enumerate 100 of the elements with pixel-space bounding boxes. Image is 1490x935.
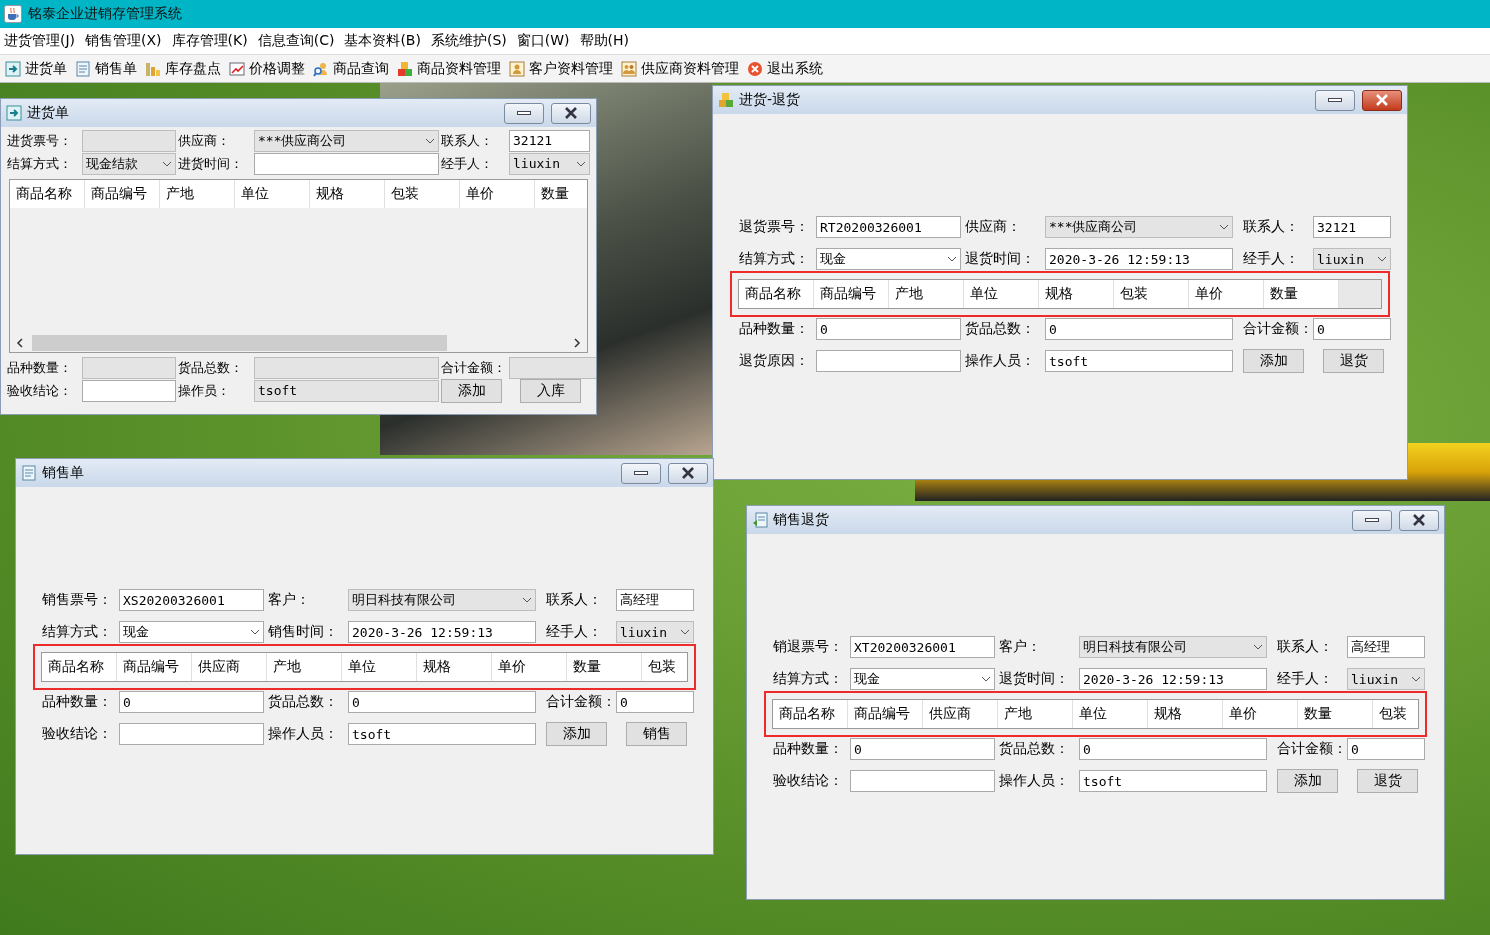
column-header[interactable]: 单价 [460, 180, 535, 208]
close-button[interactable] [1362, 89, 1402, 111]
close-button[interactable] [668, 462, 708, 484]
column-header[interactable]: 包装 [642, 653, 687, 681]
text-field[interactable]: 高经理 [616, 589, 694, 611]
field-label: 退货原因： [739, 352, 810, 370]
text-field[interactable]: 0 [1347, 738, 1425, 760]
text-field[interactable] [119, 723, 264, 745]
dropdown[interactable]: 现金 [850, 668, 995, 690]
column-header[interactable]: 规格 [310, 180, 385, 208]
text-field[interactable]: 0 [816, 318, 961, 340]
push-button[interactable]: 添加 [441, 378, 502, 403]
text-field[interactable]: 0 [1313, 318, 1391, 340]
column-header[interactable]: 产地 [998, 700, 1073, 728]
push-button[interactable]: 销售 [626, 722, 687, 746]
close-button[interactable] [1399, 509, 1439, 531]
text-field[interactable]: 高经理 [1347, 636, 1425, 658]
text-field[interactable]: tsoft [348, 723, 536, 745]
text-field[interactable]: XS20200326001 [119, 589, 264, 611]
column-header[interactable]: 包装 [1373, 700, 1418, 728]
push-button[interactable]: 添加 [546, 722, 607, 746]
column-header[interactable]: 商品编号 [814, 280, 889, 308]
toolbar-button[interactable]: 价格调整 [229, 59, 305, 78]
dropdown[interactable]: 现金 [119, 621, 264, 643]
menu-item[interactable]: 信息查询(C) [257, 32, 335, 50]
toolbar-button[interactable]: 进货单 [5, 59, 67, 78]
text-field[interactable] [850, 770, 995, 792]
menu-item[interactable]: 窗口(W) [516, 32, 570, 50]
text-field[interactable]: 0 [1045, 318, 1233, 340]
text-field[interactable]: 2020-3-26 12:59:13 [348, 621, 536, 643]
field-label: 结算方式： [739, 250, 810, 268]
push-button[interactable]: 添加 [1277, 769, 1338, 793]
column-header[interactable]: 包装 [1114, 280, 1189, 308]
minimize-button[interactable] [1315, 89, 1355, 111]
column-header[interactable]: 商品编号 [848, 700, 923, 728]
menu-item[interactable]: 进货管理(J) [4, 32, 76, 50]
column-header[interactable]: 商品名称 [10, 180, 85, 208]
column-header[interactable]: 商品编号 [117, 653, 192, 681]
column-header[interactable]: 规格 [1148, 700, 1223, 728]
text-field[interactable]: tsoft [1079, 770, 1267, 792]
push-button[interactable]: 退货 [1357, 769, 1418, 793]
toolbar-button[interactable]: 商品查询 [313, 59, 389, 78]
toolbar-button[interactable]: 客户资料管理 [509, 59, 613, 78]
menu-item[interactable]: 库存管理(K) [171, 32, 248, 50]
column-header[interactable]: 商品编号 [85, 180, 160, 208]
menu-item[interactable]: 销售管理(X) [85, 32, 162, 50]
push-button[interactable]: 退货 [1323, 349, 1384, 373]
column-header[interactable]: 单价 [492, 653, 567, 681]
toolbar-button[interactable]: 供应商资料管理 [621, 59, 739, 78]
column-header[interactable]: 单位 [964, 280, 1039, 308]
column-header[interactable]: 供应商 [923, 700, 998, 728]
text-field[interactable] [254, 152, 439, 175]
text-field[interactable]: 0 [850, 738, 995, 760]
menu-item[interactable]: 帮助(H) [579, 32, 629, 50]
push-button[interactable]: 添加 [1243, 349, 1304, 373]
toolbar-button[interactable]: 商品资料管理 [397, 59, 501, 78]
text-field[interactable]: RT20200326001 [816, 216, 961, 238]
text-field[interactable]: 2020-3-26 12:59:13 [1045, 248, 1233, 270]
text-field[interactable]: 0 [348, 691, 536, 713]
column-header[interactable]: 数量 [1298, 700, 1373, 728]
text-field[interactable]: 32121 [1313, 216, 1391, 238]
text-field[interactable]: 0 [119, 691, 264, 713]
field-label: 销售时间： [268, 623, 339, 641]
text-field[interactable]: 0 [616, 691, 694, 713]
toolbar-button[interactable]: 库存盘点 [145, 59, 221, 78]
text-field[interactable]: tsoft [1045, 350, 1233, 372]
column-header[interactable]: 数量 [567, 653, 642, 681]
column-header[interactable]: 数量 [535, 180, 587, 208]
close-button[interactable] [551, 102, 591, 124]
text-field[interactable] [816, 350, 961, 372]
toolbar-button[interactable]: 退出系统 [747, 59, 823, 78]
column-header[interactable]: 供应商 [192, 653, 267, 681]
toolbar-button[interactable]: 销售单 [75, 59, 137, 78]
column-header[interactable]: 单价 [1189, 280, 1264, 308]
text-field[interactable]: 0 [1079, 738, 1267, 760]
column-header[interactable]: 规格 [1039, 280, 1114, 308]
column-header[interactable]: 商品名称 [773, 700, 848, 728]
menu-item[interactable]: 基本资料(B) [344, 32, 421, 50]
text-field[interactable] [82, 379, 176, 402]
column-header[interactable]: 商品名称 [739, 280, 814, 308]
minimize-button[interactable] [621, 462, 661, 484]
push-button[interactable]: 入库 [520, 378, 581, 403]
column-header[interactable]: 单价 [1223, 700, 1298, 728]
column-header[interactable]: 单位 [1073, 700, 1148, 728]
dropdown[interactable]: 现金 [816, 248, 961, 270]
column-header[interactable]: 产地 [889, 280, 964, 308]
column-header[interactable]: 规格 [417, 653, 492, 681]
text-field[interactable]: 32121 [509, 129, 590, 152]
text-field[interactable]: 2020-3-26 12:59:13 [1079, 668, 1267, 690]
column-header[interactable]: 单位 [342, 653, 417, 681]
column-header[interactable]: 产地 [160, 180, 235, 208]
text-field[interactable]: XT20200326001 [850, 636, 995, 658]
menu-item[interactable]: 系统维护(S) [430, 32, 507, 50]
column-header[interactable]: 产地 [267, 653, 342, 681]
column-header[interactable]: 包装 [385, 180, 460, 208]
minimize-button[interactable] [504, 102, 544, 124]
field-label: 货品总数： [999, 740, 1070, 758]
column-header[interactable]: 商品名称 [42, 653, 117, 681]
minimize-button[interactable] [1352, 509, 1392, 531]
column-header[interactable]: 单位 [235, 180, 310, 208]
